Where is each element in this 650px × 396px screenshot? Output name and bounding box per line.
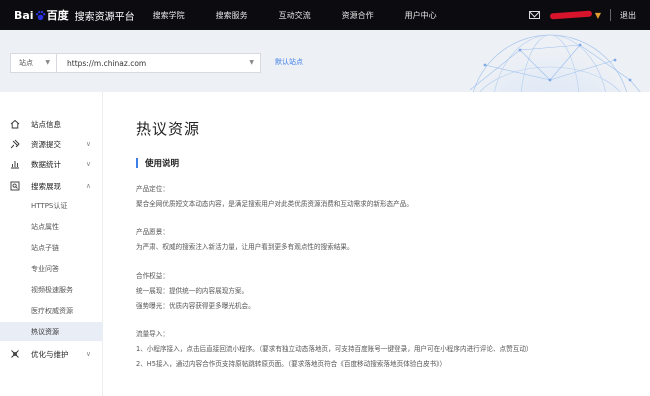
sidebar-item-label: 数据统计 — [31, 159, 61, 169]
sidebar-item-label: 优化与维护 — [31, 349, 69, 359]
nav-item-user-center[interactable]: 用户中心 — [405, 10, 437, 21]
chevron-down-icon: ∨ — [85, 350, 91, 358]
chevron-down-icon[interactable]: ▼ — [595, 11, 601, 20]
sidebar-subitem-qa[interactable]: 专业问答 — [0, 259, 103, 279]
search-display-icon — [10, 181, 20, 191]
paragraph-heading: 产品定位： — [136, 185, 169, 193]
sidebar-subitem-video[interactable]: 视频极速服务 — [0, 280, 103, 300]
sidebar-subitem-sublinks[interactable]: 站点子链 — [0, 238, 103, 258]
chevron-down-icon: ∨ — [85, 140, 91, 148]
top-navigation-bar: Bai 百度 搜索资源平台 搜索学院 搜索服务 互动交流 资源合作 用户中心 ▼… — [0, 0, 650, 30]
paragraph-heading: 流量导入： — [136, 330, 169, 338]
sidebar-item-resource-submit[interactable]: 资源提交 ∨ — [0, 134, 103, 154]
platform-name[interactable]: 搜索资源平台 — [75, 8, 135, 23]
sidebar-subitem-medical[interactable]: 医疗权威资源 — [0, 301, 103, 321]
user-area: ▼ 退出 — [528, 0, 636, 30]
default-site-link[interactable]: 默认站点 — [275, 57, 303, 67]
baidu-logo[interactable]: Bai 百度 — [14, 7, 69, 23]
site-selector-bar: 站点 ▼ https://m.chinaz.com ▼ 默认站点 — [0, 30, 650, 92]
paragraph-text: 2、H5接入，通过内容合作页支持原帖跳转原页面。（要求落地页符合《百度移动搜索落… — [136, 360, 447, 368]
sidebar-item-label: 资源提交 — [31, 139, 61, 149]
section-accent-bar — [136, 158, 138, 168]
sidebar-item-site-info[interactable]: 站点信息 — [0, 114, 103, 134]
paragraph-heading: 合作权益： — [136, 272, 169, 280]
sidebar-subitem-label: 热议资源 — [31, 328, 59, 336]
paragraph-heading: 产品愿景： — [136, 228, 169, 236]
sidebar-subitem-https[interactable]: HTTPS认证 — [0, 196, 103, 216]
sidebar-subitem-site-attributes[interactable]: 站点属性 — [0, 217, 103, 237]
section-title: 使用说明 — [145, 159, 180, 169]
section-header: 使用说明 — [136, 158, 180, 169]
nav-item-services[interactable]: 搜索服务 — [216, 10, 248, 21]
paragraph-text: 1、小程序接入，点击后直接回流小程序。（要求有独立动态落地页，可支持百度账号一键… — [136, 345, 533, 353]
site-type-dropdown[interactable]: 站点 ▼ — [11, 54, 57, 72]
sidebar-subitem-label: 站点子链 — [31, 244, 59, 252]
mail-icon[interactable] — [528, 11, 540, 19]
logo-text-left: Bai — [14, 8, 34, 22]
paragraph-text: 强势曝光：优质内容获得更多曝光机会。 — [136, 302, 255, 310]
main-nav: 搜索学院 搜索服务 互动交流 资源合作 用户中心 — [153, 10, 468, 21]
tools-icon — [11, 350, 19, 358]
chevron-down-icon: ∨ — [85, 160, 91, 168]
home-icon — [10, 119, 20, 129]
nav-item-cooperation[interactable]: 资源合作 — [342, 10, 374, 21]
main-content: 热议资源 使用说明 产品定位： 聚合全网优质短文本动态内容，是满足搜索用户对此类… — [104, 92, 650, 396]
sidebar-subitem-label: 站点属性 — [31, 223, 59, 231]
stats-icon — [11, 161, 19, 169]
sidebar-item-label: 站点信息 — [31, 119, 61, 129]
sidebar-item-search-display[interactable]: 搜索展现 ∧ — [0, 176, 103, 196]
sidebar-item-label: 搜索展现 — [31, 181, 61, 191]
sidebar-subitem-label: 专业问答 — [31, 265, 59, 273]
page-title: 热议资源 — [136, 120, 201, 138]
site-url-value: https://m.chinaz.com — [67, 58, 147, 68]
paragraph-text: 聚合全网优质短文本动态内容，是满足搜索用户对此类优质资源消费和互动需求的新形态产… — [136, 200, 413, 208]
chevron-down-icon: ▼ — [249, 59, 254, 66]
redacted-username[interactable] — [549, 10, 593, 20]
sidebar: 站点信息 资源提交 ∨ 数据统计 ∨ 搜索展现 ∧ HTTPS认证 站点属性 站… — [0, 92, 103, 396]
logout-link[interactable]: 退出 — [620, 10, 636, 21]
site-type-label: 站点 — [19, 59, 33, 67]
chevron-up-icon: ∧ — [85, 182, 91, 190]
baidu-paw-icon — [35, 10, 45, 20]
site-url-dropdown[interactable]: https://m.chinaz.com ▼ — [57, 54, 260, 72]
sidebar-subitem-label: HTTPS认证 — [31, 202, 68, 210]
sidebar-subitem-hot-topics[interactable]: 热议资源 — [0, 322, 103, 342]
nav-item-academy[interactable]: 搜索学院 — [153, 10, 185, 21]
paragraph-text: 为严肃、权威的搜索注入新活力量，让用户看到更多有观点性的搜索结果。 — [136, 243, 354, 251]
sidebar-subitem-label: 视频极速服务 — [31, 286, 73, 294]
sidebar-subitem-label: 医疗权威资源 — [31, 307, 73, 315]
site-selector: 站点 ▼ https://m.chinaz.com ▼ — [10, 53, 261, 73]
sidebar-item-optimization[interactable]: 优化与维护 ∨ — [0, 344, 103, 364]
nav-item-community[interactable]: 互动交流 — [279, 10, 311, 21]
paragraph-text: 统一展现：提供统一的内容展现方案。 — [136, 287, 249, 295]
submit-icon — [10, 139, 20, 149]
globe-decoration — [469, 34, 641, 92]
sidebar-item-data-stats[interactable]: 数据统计 ∨ — [0, 154, 103, 174]
logo-text-right: 百度 — [46, 9, 69, 22]
chevron-down-icon: ▼ — [45, 59, 50, 66]
divider — [610, 9, 611, 21]
